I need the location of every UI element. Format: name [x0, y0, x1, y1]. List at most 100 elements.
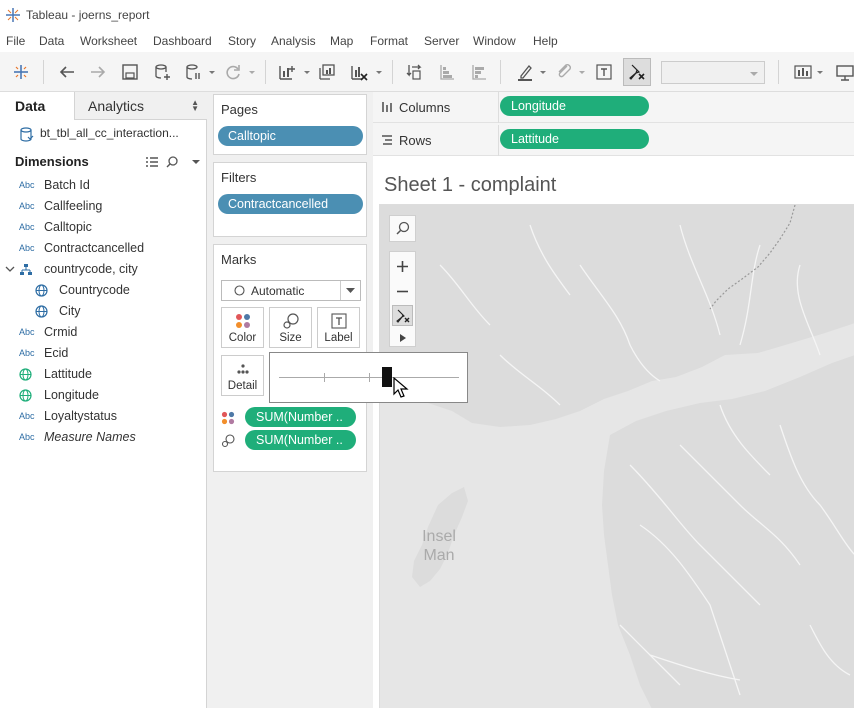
field-ecid[interactable]: Abc Ecid — [0, 344, 206, 365]
show-mark-labels-icon[interactable] — [593, 61, 615, 83]
zoom-slider-thumb[interactable] — [382, 367, 392, 387]
string-type-icon: Abc — [19, 222, 35, 232]
chevron-down-icon[interactable] — [208, 66, 216, 76]
field-label: Calltopic — [44, 220, 92, 234]
menu-dashboard[interactable]: Dashboard — [153, 34, 212, 48]
filters-title: Filters — [221, 170, 257, 185]
filters-card: Filters Contractcancelled — [213, 162, 367, 237]
list-view-icon[interactable] — [146, 156, 158, 171]
sheet-title[interactable]: Sheet 1 - complaint — [384, 174, 556, 197]
menu-file[interactable]: File — [6, 34, 25, 48]
field-countrycode[interactable]: Countrycode — [0, 281, 206, 302]
dimensions-menu-caret-icon[interactable] — [191, 156, 201, 170]
field-lattitude[interactable]: Lattitude — [0, 365, 206, 386]
field-countrycode-city-hierarchy[interactable]: countrycode, city — [0, 260, 206, 281]
clear-sheet-icon[interactable] — [348, 61, 370, 83]
marks-label-button[interactable]: Label — [317, 307, 360, 348]
text-label-icon — [318, 313, 359, 329]
field-callfeeling[interactable]: Abc Callfeeling — [0, 197, 206, 218]
field-calltopic[interactable]: Abc Calltopic — [0, 218, 206, 239]
chevron-down-icon[interactable] — [816, 66, 824, 76]
expand-toolbar-button[interactable] — [390, 329, 415, 347]
field-longitude[interactable]: Longitude — [0, 386, 206, 407]
new-datasource-icon[interactable] — [151, 61, 173, 83]
chevron-down-icon[interactable] — [248, 66, 256, 76]
marks-size-button[interactable]: Size — [269, 307, 312, 348]
highlight-icon[interactable] — [514, 61, 536, 83]
rows-pill-lattitude[interactable]: Lattitude — [500, 129, 649, 149]
menu-server[interactable]: Server — [424, 34, 459, 48]
redo-icon[interactable] — [87, 61, 109, 83]
menu-worksheet[interactable]: Worksheet — [80, 34, 137, 48]
hierarchy-icon — [19, 263, 33, 280]
fix-axes-pin-icon[interactable] — [623, 58, 651, 86]
menu-help[interactable]: Help — [533, 34, 558, 48]
fit-width-dropdown[interactable] — [661, 61, 765, 84]
dimensions-header: Dimensions — [15, 154, 205, 172]
field-loyaltystatus[interactable]: Abc Loyaltystatus — [0, 407, 206, 428]
pause-updates-icon[interactable] — [182, 61, 204, 83]
field-label: Ecid — [44, 346, 69, 360]
columns-shelf[interactable]: Columns Longitude — [373, 92, 854, 123]
tab-data[interactable]: Data — [0, 92, 74, 120]
map-view[interactable]: Insel Man — [379, 204, 854, 708]
field-city[interactable]: City — [0, 302, 206, 323]
swap-rows-columns-icon[interactable] — [403, 61, 425, 83]
dimensions-title: Dimensions — [15, 154, 89, 169]
presentation-mode-icon[interactable] — [833, 61, 854, 83]
menu-story[interactable]: Story — [228, 34, 256, 48]
field-contractcancelled[interactable]: Abc Contractcancelled — [0, 239, 206, 260]
zoom-out-button[interactable] — [390, 279, 415, 303]
pages-pill-calltopic[interactable]: Calltopic — [218, 126, 363, 146]
new-worksheet-icon[interactable] — [276, 61, 298, 83]
scroll-arrows-icon[interactable]: ▲ ▼ — [191, 99, 199, 113]
datasource-name: bt_tbl_all_cc_interaction... — [40, 126, 179, 140]
rows-shelf[interactable]: Rows Lattitude — [373, 125, 854, 156]
marks-detail-button[interactable]: Detail — [221, 355, 264, 396]
refresh-icon[interactable] — [222, 61, 244, 83]
field-label: Crmid — [44, 325, 78, 339]
map-pin-button[interactable] — [392, 305, 413, 326]
field-measure-names[interactable]: Abc Measure Names — [0, 428, 206, 449]
undo-icon[interactable] — [56, 61, 78, 83]
menu-data[interactable]: Data — [39, 34, 64, 48]
string-type-icon: Abc — [19, 348, 35, 358]
chevron-down-icon[interactable] — [5, 263, 15, 277]
zoom-in-button[interactable] — [390, 254, 415, 278]
menu-analysis[interactable]: Analysis — [271, 34, 316, 48]
toolbar-separator — [778, 60, 779, 84]
group-members-icon[interactable] — [553, 61, 575, 83]
columns-pill-longitude[interactable]: Longitude — [500, 96, 649, 116]
search-icon[interactable] — [166, 156, 178, 171]
menu-format[interactable]: Format — [370, 34, 408, 48]
field-label: countrycode, city — [44, 262, 138, 276]
zoom-tick — [369, 373, 370, 382]
map-search-button[interactable] — [389, 215, 416, 242]
tab-analytics[interactable]: Analytics ▲ ▼ — [74, 92, 207, 120]
filter-pill-contractcancelled[interactable]: Contractcancelled — [218, 194, 363, 214]
chevron-down-icon[interactable] — [375, 66, 383, 76]
sort-ascending-icon[interactable] — [436, 61, 458, 83]
map-label-man: Man — [423, 547, 454, 564]
duplicate-sheet-icon[interactable] — [316, 61, 338, 83]
marks-pill-size-sum[interactable]: SUM(Number .. — [245, 430, 356, 450]
shelves: Columns Longitude Rows Lattitude — [373, 92, 854, 156]
field-label: Countrycode — [59, 283, 130, 297]
field-crmid[interactable]: Abc Crmid — [0, 323, 206, 344]
mark-type-dropdown[interactable]: Automatic — [221, 280, 361, 301]
show-me-icon[interactable] — [792, 61, 814, 83]
menu-map[interactable]: Map — [330, 34, 353, 48]
map-label-insel: Insel — [422, 528, 456, 545]
chevron-down-icon[interactable] — [578, 66, 586, 76]
menu-window[interactable]: Window — [473, 34, 516, 48]
chevron-down-icon[interactable] — [539, 66, 547, 76]
field-batch-id[interactable]: Abc Batch Id — [0, 176, 206, 197]
marks-pill-color-sum[interactable]: SUM(Number .. — [245, 407, 356, 427]
sort-descending-icon[interactable] — [468, 61, 490, 83]
map-zoom-toolbar — [389, 251, 416, 347]
tableau-home-icon[interactable] — [10, 61, 32, 83]
datasource-item[interactable]: bt_tbl_all_cc_interaction... — [18, 126, 203, 146]
marks-color-button[interactable]: Color — [221, 307, 264, 348]
chevron-down-icon[interactable] — [303, 66, 311, 76]
save-icon[interactable] — [119, 61, 141, 83]
